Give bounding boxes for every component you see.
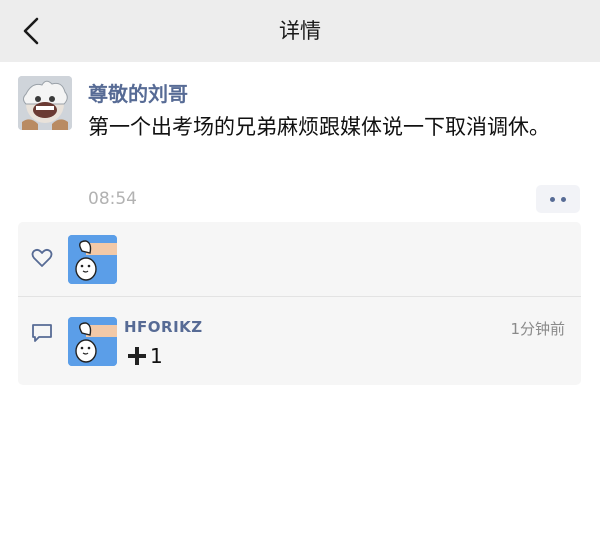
more-actions-button[interactable] bbox=[536, 185, 580, 213]
comment-timestamp: 1分钟前 bbox=[510, 320, 565, 338]
avatar-image bbox=[18, 76, 72, 130]
back-button[interactable] bbox=[18, 16, 46, 46]
commenter-avatar[interactable] bbox=[68, 317, 117, 366]
likes-row bbox=[18, 222, 581, 296]
more-dot-icon bbox=[561, 197, 566, 202]
comment-icon bbox=[32, 324, 52, 342]
heart-icon bbox=[31, 248, 53, 267]
avatar-image bbox=[68, 235, 117, 284]
author-name[interactable]: 尊敬的刘哥 bbox=[88, 78, 188, 107]
chevron-left-icon bbox=[23, 17, 39, 45]
plus-icon bbox=[128, 347, 146, 365]
comment-value: 1 bbox=[150, 344, 163, 368]
comment-item[interactable]: HFORIKZ 1分钟前 1 bbox=[18, 297, 581, 385]
navbar: 详情 bbox=[0, 0, 600, 62]
page-title: 详情 bbox=[279, 19, 321, 43]
avatar-image bbox=[68, 317, 117, 366]
more-dot-icon bbox=[550, 197, 555, 202]
liker-avatar[interactable] bbox=[68, 235, 117, 284]
post-timestamp: 08:54 bbox=[88, 189, 137, 209]
interaction-panel: HFORIKZ 1分钟前 1 bbox=[18, 222, 581, 385]
commenter-name[interactable]: HFORIKZ bbox=[124, 318, 203, 336]
author-avatar[interactable] bbox=[18, 76, 72, 130]
comment-text: 1 bbox=[128, 344, 163, 368]
post-text: 第一个出考场的兄弟麻烦跟媒体说一下取消调休。 bbox=[88, 115, 550, 139]
